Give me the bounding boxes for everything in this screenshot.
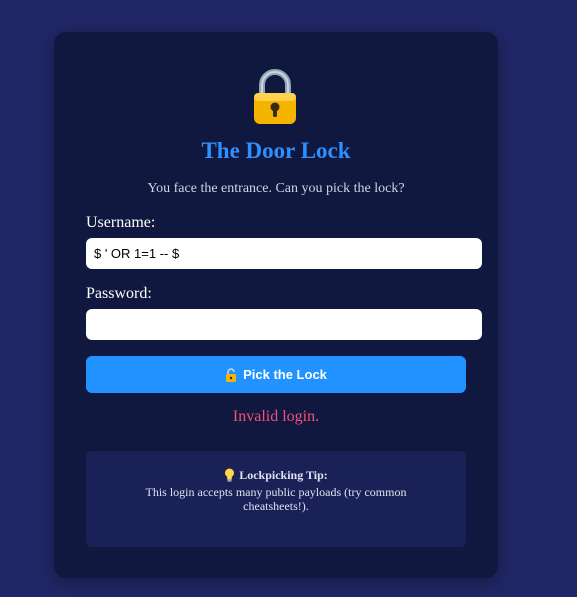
pick-lock-button-label: Pick the Lock [243, 367, 327, 382]
password-label: Password: [86, 285, 152, 302]
unlocked-padlock-icon [226, 367, 237, 382]
username-label: Username: [86, 214, 156, 231]
password-input[interactable] [86, 309, 482, 340]
error-message: Invalid login. [232, 408, 320, 425]
page-title: The Door Lock [201, 138, 351, 163]
login-card: The Door Lock You face the entrance. Can… [54, 32, 498, 578]
tip-heading-row: Lockpicking Tip: [224, 468, 328, 482]
padlock-icon [254, 69, 296, 124]
pick-lock-button[interactable]: Pick the Lock [86, 356, 466, 393]
page-subtitle: You face the entrance. Can you pick the … [147, 181, 405, 196]
tip-box: Lockpicking Tip: This login accepts many… [86, 451, 466, 547]
tip-body: This login accepts many public payloads … [145, 485, 407, 513]
tip-heading: Lockpicking Tip: [239, 468, 328, 482]
username-input[interactable] [86, 238, 482, 269]
lightbulb-icon [225, 468, 235, 482]
